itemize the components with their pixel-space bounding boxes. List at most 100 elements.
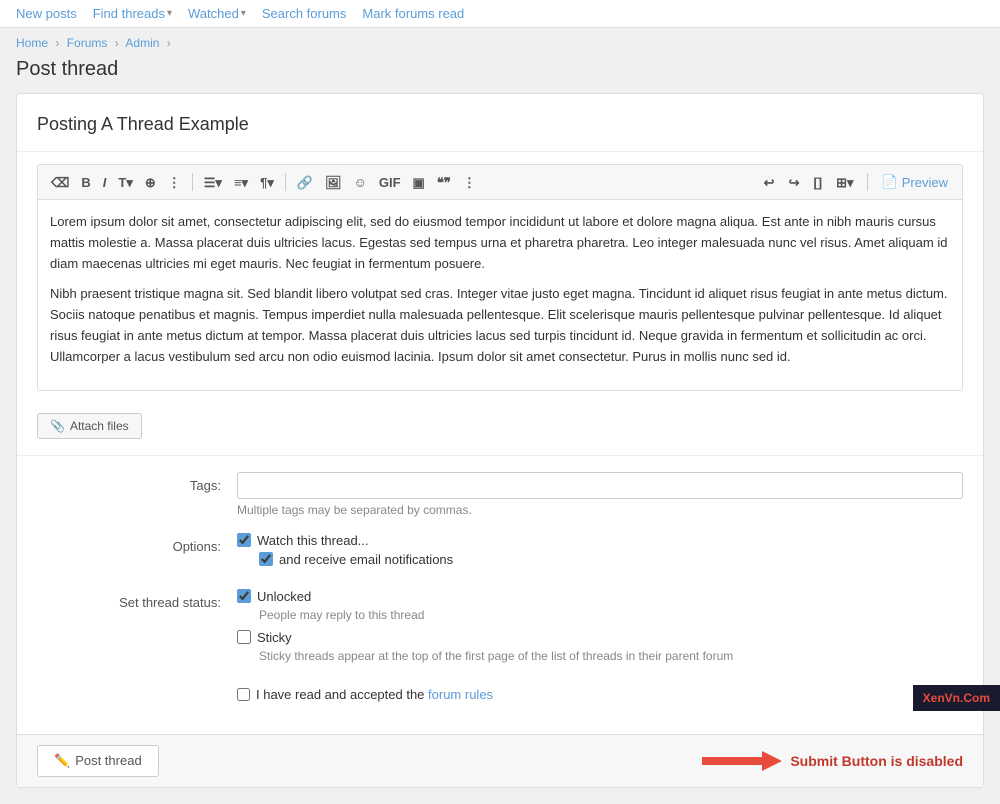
tags-control: Multiple tags may be separated by commas… xyxy=(237,472,963,517)
arrow-indicator xyxy=(702,749,782,773)
toolbar-link-text[interactable]: ⊕ xyxy=(140,173,161,192)
toolbar-more3[interactable]: ⊞▾ xyxy=(831,173,858,192)
editor-toolbar: ⌫ B I T▾ ⊕ ⋮ ☰▾ ≡▾ ¶▾ 🔗 🖼 ☺ GIF ▣ ❝❞ ⋮ ↩… xyxy=(37,164,963,199)
toolbar-sep-2 xyxy=(285,173,286,191)
thread-title: Posting A Thread Example xyxy=(37,114,963,135)
toolbar-text[interactable]: T▾ xyxy=(113,173,137,192)
submit-disabled-text: Submit Button is disabled xyxy=(790,753,963,769)
watch-thread-row: Watch this thread... xyxy=(237,533,963,548)
options-row: Options: Watch this thread... and receiv… xyxy=(37,533,963,573)
forum-rules-prefix: I have read and accepted the xyxy=(256,687,424,702)
toolbar-insert-link[interactable]: 🔗 xyxy=(292,173,318,192)
tags-input[interactable] xyxy=(237,472,963,499)
post-thread-icon: ✏️ xyxy=(54,753,70,769)
submit-disabled-message: Submit Button is disabled xyxy=(702,749,963,773)
breadcrumb-home[interactable]: Home xyxy=(16,36,48,50)
tags-row: Tags: Multiple tags may be separated by … xyxy=(37,472,963,517)
toolbar-media[interactable]: ▣ xyxy=(408,173,430,192)
toolbar-code[interactable]: [] xyxy=(808,173,827,192)
sticky-label: Sticky xyxy=(257,630,292,645)
unlocked-label: Unlocked xyxy=(257,589,311,604)
editor-content[interactable]: Lorem ipsum dolor sit amet, consectetur … xyxy=(37,199,963,391)
nav-new-posts[interactable]: New posts xyxy=(16,6,77,21)
thread-status-row: Set thread status: Unlocked People may r… xyxy=(37,589,963,671)
page-title: Post thread xyxy=(0,54,1000,93)
email-notifications-label: and receive email notifications xyxy=(279,552,453,567)
forum-rules-checkbox[interactable] xyxy=(237,688,250,701)
sticky-hint: Sticky threads appear at the top of the … xyxy=(259,649,963,663)
unlocked-checkbox[interactable] xyxy=(237,589,251,603)
breadcrumb-sep-1: › xyxy=(55,36,59,50)
toolbar-quote[interactable]: ❝❞ xyxy=(432,173,456,192)
unlocked-hint: People may reply to this thread xyxy=(259,608,963,622)
thread-status-control: Unlocked People may reply to this thread… xyxy=(237,589,963,671)
sticky-checkbox[interactable] xyxy=(237,630,251,644)
post-thread-button[interactable]: ✏️ Post thread xyxy=(37,745,159,777)
toolbar-emoji[interactable]: ☺ xyxy=(349,173,372,192)
editor-paragraph-1: Lorem ipsum dolor sit amet, consectetur … xyxy=(50,212,950,274)
find-threads-arrow: ▾ xyxy=(167,8,172,19)
options-control: Watch this thread... and receive email n… xyxy=(237,533,963,573)
toolbar-bold[interactable]: B xyxy=(76,173,95,192)
watermark: XenVn.Com xyxy=(913,685,1000,711)
forum-rules-label-spacer xyxy=(37,687,237,693)
nav-watched[interactable]: Watched xyxy=(188,6,239,21)
nav-search-forums[interactable]: Search forums xyxy=(262,6,347,21)
thread-status-label: Set thread status: xyxy=(37,589,237,610)
toolbar-more2[interactable]: ⋮ xyxy=(458,173,481,192)
nav-watched-wrapper: Watched ▾ xyxy=(188,6,246,21)
nav-find-threads-wrapper: Find threads ▾ xyxy=(93,6,172,21)
sticky-row: Sticky xyxy=(237,630,963,645)
forum-rules-link[interactable]: forum rules xyxy=(428,687,493,702)
main-content: Posting A Thread Example ⌫ B I T▾ ⊕ ⋮ ☰▾… xyxy=(16,93,984,788)
toolbar-right: ↩ ↪ [] ⊞▾ 📄 Preview xyxy=(759,171,954,193)
paperclip-icon: 📎 xyxy=(50,419,65,433)
watched-arrow: ▾ xyxy=(241,8,246,19)
toolbar-align[interactable]: ≡▾ xyxy=(229,173,253,192)
toolbar-paragraph[interactable]: ¶▾ xyxy=(255,173,279,192)
attach-files-label: Attach files xyxy=(70,419,129,433)
tags-label: Tags: xyxy=(37,472,237,493)
post-thread-label: Post thread xyxy=(75,753,142,768)
bottom-bar: ✏️ Post thread Submit Button is disabled xyxy=(17,734,983,787)
email-notifications-row: and receive email notifications xyxy=(259,552,963,567)
watch-thread-label: Watch this thread... xyxy=(257,533,369,548)
toolbar-eraser[interactable]: ⌫ xyxy=(46,173,74,192)
editor-paragraph-2: Nibh praesent tristique magna sit. Sed b… xyxy=(50,284,950,367)
toolbar-sep-3 xyxy=(867,173,868,191)
breadcrumb-forums[interactable]: Forums xyxy=(67,36,108,50)
attach-section: 📎 Attach files xyxy=(17,403,983,456)
forum-rules-row: I have read and accepted the forum rules xyxy=(37,687,963,702)
preview-icon: 📄 xyxy=(882,174,898,190)
preview-button[interactable]: 📄 Preview xyxy=(876,171,954,193)
watermark-text: XenVn.Com xyxy=(923,691,990,705)
unlocked-row: Unlocked xyxy=(237,589,963,604)
preview-label: Preview xyxy=(902,175,948,190)
nav-find-threads[interactable]: Find threads xyxy=(93,6,165,21)
breadcrumb-admin[interactable]: Admin xyxy=(125,36,159,50)
email-notifications-checkbox[interactable] xyxy=(259,552,273,566)
toolbar-italic[interactable]: I xyxy=(98,173,112,192)
toolbar-redo[interactable]: ↪ xyxy=(784,173,805,192)
forum-rules-control: I have read and accepted the forum rules xyxy=(237,687,963,702)
top-navigation: New posts Find threads ▾ Watched ▾ Searc… xyxy=(0,0,1000,28)
email-notifications-sub: and receive email notifications xyxy=(259,552,963,567)
thread-title-section: Posting A Thread Example xyxy=(17,94,983,152)
toolbar-image[interactable]: 🖼 xyxy=(320,173,347,192)
options-label: Options: xyxy=(37,533,237,554)
watch-thread-checkbox[interactable] xyxy=(237,533,251,547)
toolbar-sep-1 xyxy=(192,173,193,191)
attach-files-button[interactable]: 📎 Attach files xyxy=(37,413,142,439)
toolbar-more1[interactable]: ⋮ xyxy=(163,173,186,192)
toolbar-list[interactable]: ☰▾ xyxy=(199,173,227,192)
breadcrumb: Home › Forums › Admin › xyxy=(0,28,1000,54)
tags-hint: Multiple tags may be separated by commas… xyxy=(237,503,963,517)
nav-mark-read[interactable]: Mark forums read xyxy=(362,6,464,21)
breadcrumb-sep-3: › xyxy=(167,36,171,50)
forum-rules-text: I have read and accepted the forum rules xyxy=(256,687,493,702)
breadcrumb-sep-2: › xyxy=(115,36,119,50)
forum-rules-checkbox-row: I have read and accepted the forum rules xyxy=(237,687,963,702)
toolbar-undo[interactable]: ↩ xyxy=(759,173,780,192)
toolbar-gif[interactable]: GIF xyxy=(374,173,406,192)
editor-area: ⌫ B I T▾ ⊕ ⋮ ☰▾ ≡▾ ¶▾ 🔗 🖼 ☺ GIF ▣ ❝❞ ⋮ ↩… xyxy=(17,152,983,403)
